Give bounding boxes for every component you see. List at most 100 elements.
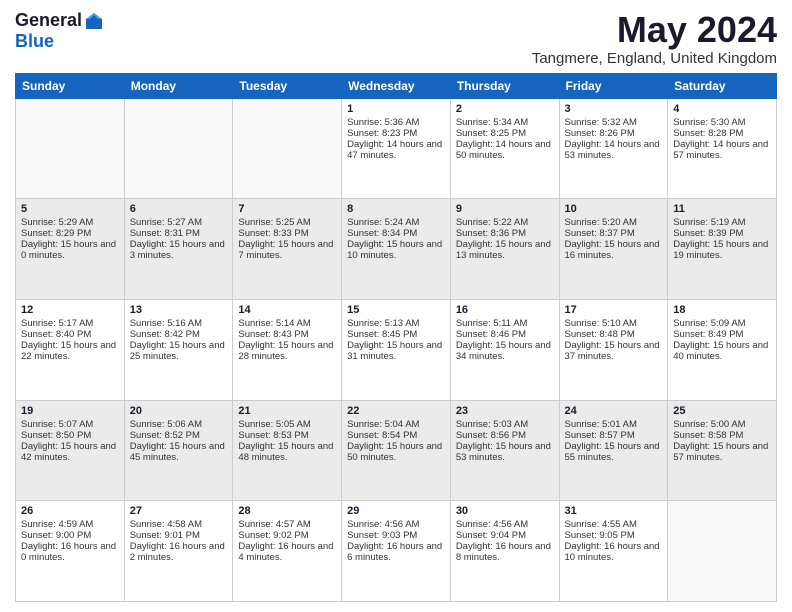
table-row: 3Sunrise: 5:32 AMSunset: 8:26 PMDaylight… [559,98,668,199]
sunset-text: Sunset: 8:42 PM [130,329,200,340]
sunset-text: Sunset: 8:48 PM [565,329,635,340]
sunset-text: Sunset: 8:23 PM [347,128,417,139]
table-row: 8Sunrise: 5:24 AMSunset: 8:34 PMDaylight… [342,199,451,300]
sunrise-text: Sunrise: 5:06 AM [130,419,202,430]
sunset-text: Sunset: 9:03 PM [347,530,417,541]
daylight-text: Daylight: 15 hours and 34 minutes. [456,340,551,362]
day-number: 8 [347,203,445,215]
daylight-text: Daylight: 16 hours and 6 minutes. [347,541,442,563]
sunset-text: Sunset: 9:04 PM [456,530,526,541]
day-number: 4 [673,103,771,115]
day-number: 17 [565,304,663,316]
daylight-text: Daylight: 15 hours and 7 minutes. [238,239,333,261]
sunrise-text: Sunrise: 5:17 AM [21,318,93,329]
table-row: 11Sunrise: 5:19 AMSunset: 8:39 PMDayligh… [668,199,777,300]
sunset-text: Sunset: 8:28 PM [673,128,743,139]
sunset-text: Sunset: 8:53 PM [238,430,308,441]
sunrise-text: Sunrise: 5:36 AM [347,117,419,128]
table-row: 15Sunrise: 5:13 AMSunset: 8:45 PMDayligh… [342,299,451,400]
sunrise-text: Sunrise: 5:16 AM [130,318,202,329]
sunset-text: Sunset: 8:36 PM [456,228,526,239]
sunrise-text: Sunrise: 5:32 AM [565,117,637,128]
sunrise-text: Sunrise: 4:58 AM [130,519,202,530]
calendar-header-row: Sunday Monday Tuesday Wednesday Thursday… [16,73,777,98]
daylight-text: Daylight: 15 hours and 22 minutes. [21,340,116,362]
daylight-text: Daylight: 16 hours and 0 minutes. [21,541,116,563]
sunrise-text: Sunrise: 5:14 AM [238,318,310,329]
table-row: 12Sunrise: 5:17 AMSunset: 8:40 PMDayligh… [16,299,125,400]
day-number: 23 [456,405,554,417]
sunset-text: Sunset: 8:58 PM [673,430,743,441]
day-number: 30 [456,505,554,517]
sunrise-text: Sunrise: 5:22 AM [456,217,528,228]
sunrise-text: Sunrise: 5:25 AM [238,217,310,228]
header-monday: Monday [124,73,233,98]
table-row: 22 Sunrise: 5:04 AMSunset: 8:54 PMDayligh… [342,400,451,501]
sunrise-text: Sunrise: 4:56 AM [347,519,419,530]
sunrise-text: Sunrise: 5:30 AM [673,117,745,128]
table-row: 13Sunrise: 5:16 AMSunset: 8:42 PMDayligh… [124,299,233,400]
sunset-text: Sunset: 8:54 PM [347,430,417,441]
table-row: 21Sunrise: 5:05 AMSunset: 8:53 PMDayligh… [233,400,342,501]
daylight-text: Daylight: 16 hours and 8 minutes. [456,541,551,563]
header: General Blue May 2024 Tangmere, England,… [15,10,777,67]
sunset-text: Sunset: 8:31 PM [130,228,200,239]
header-sunday: Sunday [16,73,125,98]
day-number: 9 [456,203,554,215]
table-row: 4Sunrise: 5:30 AMSunset: 8:28 PMDaylight… [668,98,777,199]
day-number: 24 [565,405,663,417]
sunset-text: Sunset: 8:56 PM [456,430,526,441]
sunset-text: Sunset: 8:46 PM [456,329,526,340]
daylight-text: Daylight: 15 hours and 53 minutes. [456,441,551,463]
day-number: 14 [238,304,336,316]
table-row: 7Sunrise: 5:25 AMSunset: 8:33 PMDaylight… [233,199,342,300]
day-number: 19 [21,405,119,417]
sunrise-text: Sunrise: 5:04 AM [347,419,419,430]
logo-icon [84,11,104,31]
daylight-text: Daylight: 15 hours and 28 minutes. [238,340,333,362]
header-friday: Friday [559,73,668,98]
daylight-text: Daylight: 15 hours and 13 minutes. [456,239,551,261]
calendar-table: Sunday Monday Tuesday Wednesday Thursday… [15,73,777,602]
sunset-text: Sunset: 9:05 PM [565,530,635,541]
daylight-text: Daylight: 15 hours and 45 minutes. [130,441,225,463]
table-row: 23Sunrise: 5:03 AMSunset: 8:56 PMDayligh… [450,400,559,501]
table-row [124,98,233,199]
sunset-text: Sunset: 8:37 PM [565,228,635,239]
location-text: Tangmere, England, United Kingdom [532,50,777,67]
logo-general-text: General [15,10,82,31]
sunrise-text: Sunrise: 4:56 AM [456,519,528,530]
sunset-text: Sunset: 8:39 PM [673,228,743,239]
table-row: 19Sunrise: 5:07 AMSunset: 8:50 PMDayligh… [16,400,125,501]
sunset-text: Sunset: 9:02 PM [238,530,308,541]
sunrise-text: Sunrise: 5:27 AM [130,217,202,228]
sunrise-text: Sunrise: 5:07 AM [21,419,93,430]
table-row: 25Sunrise: 5:00 AMSunset: 8:58 PMDayligh… [668,400,777,501]
daylight-text: Daylight: 15 hours and 50 minutes. [347,441,442,463]
table-row [16,98,125,199]
daylight-text: Daylight: 15 hours and 3 minutes. [130,239,225,261]
daylight-text: Daylight: 16 hours and 10 minutes. [565,541,660,563]
table-row: 24Sunrise: 5:01 AMSunset: 8:57 PMDayligh… [559,400,668,501]
sunset-text: Sunset: 8:43 PM [238,329,308,340]
sunset-text: Sunset: 8:57 PM [565,430,635,441]
header-wednesday: Wednesday [342,73,451,98]
table-row: 9 Sunrise: 5:22 AMSunset: 8:36 PMDaylight… [450,199,559,300]
page: General Blue May 2024 Tangmere, England,… [0,0,792,612]
day-number: 22 [347,405,445,417]
calendar-week-row: 12Sunrise: 5:17 AMSunset: 8:40 PMDayligh… [16,299,777,400]
day-number: 18 [673,304,771,316]
logo: General Blue [15,10,104,52]
daylight-text: Daylight: 14 hours and 53 minutes. [565,139,660,161]
daylight-text: Daylight: 15 hours and 42 minutes. [21,441,116,463]
day-number: 26 [21,505,119,517]
calendar-week-row: 19Sunrise: 5:07 AMSunset: 8:50 PMDayligh… [16,400,777,501]
day-number: 31 [565,505,663,517]
daylight-text: Daylight: 15 hours and 48 minutes. [238,441,333,463]
title-section: May 2024 Tangmere, England, United Kingd… [532,10,777,67]
daylight-text: Daylight: 15 hours and 19 minutes. [673,239,768,261]
daylight-text: Daylight: 14 hours and 50 minutes. [456,139,551,161]
daylight-text: Daylight: 15 hours and 16 minutes. [565,239,660,261]
day-number: 7 [238,203,336,215]
table-row: 20Sunrise: 5:06 AMSunset: 8:52 PMDayligh… [124,400,233,501]
